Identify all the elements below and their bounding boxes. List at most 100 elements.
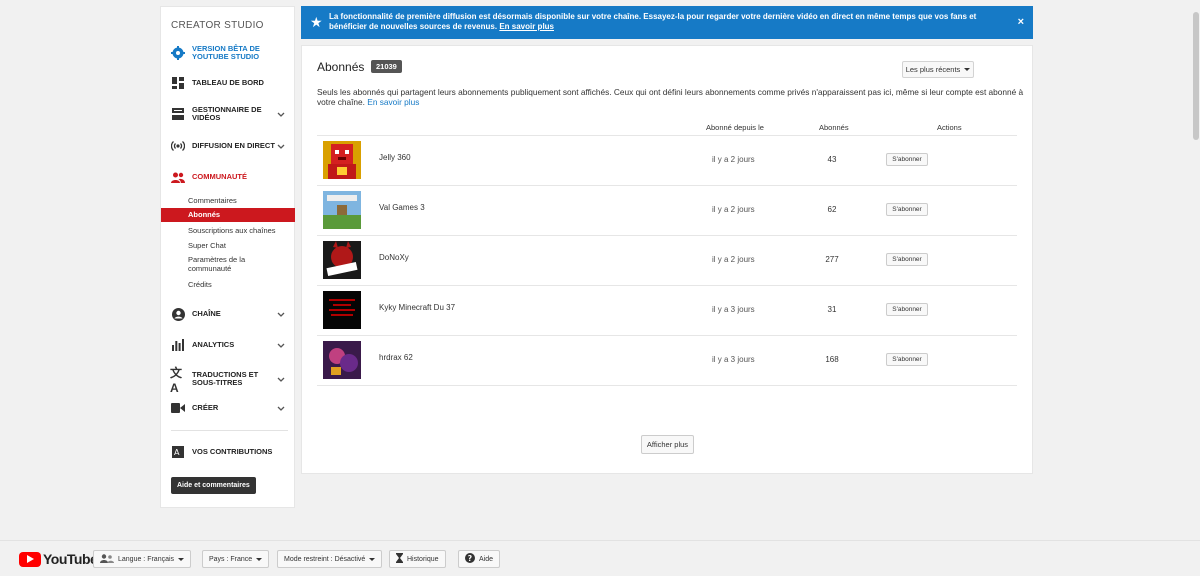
people-icon <box>170 169 186 185</box>
sort-dropdown[interactable]: Les plus récents <box>902 61 974 78</box>
subscribe-button[interactable]: S'abonner <box>886 303 928 316</box>
description: Seuls les abonnés qui partagent leurs ab… <box>317 87 1029 107</box>
caret-down-icon <box>369 557 376 561</box>
avatar[interactable] <box>323 141 361 179</box>
subscriber-count: 277 <box>825 255 839 264</box>
star-icon: ★ <box>310 14 323 30</box>
chevron-down-icon <box>275 144 287 149</box>
video-manager-icon <box>170 106 186 122</box>
avatar[interactable] <box>323 341 361 379</box>
subscriber-count: 31 <box>827 305 837 314</box>
close-icon[interactable]: × <box>1018 16 1024 28</box>
language-selector[interactable]: Langue : Français <box>93 550 192 568</box>
sidebar-item-create[interactable]: CRÉER <box>161 400 295 416</box>
description-text: Seuls les abonnés qui partagent leurs ab… <box>317 87 1024 107</box>
subscriber-count: 62 <box>827 205 837 214</box>
subscribe-button[interactable]: S'abonner <box>886 153 928 166</box>
sidebar-item-label: CRÉER <box>192 403 219 412</box>
sidebar-title: CREATOR STUDIO <box>171 20 264 31</box>
video-camera-icon <box>170 400 186 416</box>
sort-label: Les plus récents <box>905 65 961 74</box>
sidebar-item-analytics[interactable]: ANALYTICS <box>161 337 295 353</box>
column-header-subscribers: Abonnés <box>819 123 849 132</box>
sidebar-subitem-subscribers[interactable]: Abonnés <box>161 208 295 222</box>
notice-text: La fonctionnalité de première diffusion … <box>329 12 977 31</box>
sidebar-item-video-manager[interactable]: GESTIONNAIRE DE VIDÉOS <box>161 106 295 122</box>
sidebar-item-label: ANALYTICS <box>192 340 235 349</box>
subscriber-name[interactable]: hrdrax 62 <box>379 353 413 362</box>
table-row: Val Games 3 il y a 2 jours 62 S'abonner <box>317 186 1017 236</box>
subscribed-since: il y a 2 jours <box>712 155 755 164</box>
page-title: Abonnés <box>317 60 365 74</box>
sidebar-item-channel[interactable]: CHAÎNE <box>161 306 295 322</box>
sidebar-item-dashboard[interactable]: TABLEAU DE BORD <box>161 75 295 91</box>
youtube-logo[interactable]: YouTube <box>19 551 98 567</box>
subscriber-name[interactable]: Jelly 360 <box>379 153 411 162</box>
language-icon <box>100 553 114 565</box>
help-feedback-button[interactable]: Aide et commentaires <box>171 477 256 494</box>
contributions-icon: A <box>170 444 186 460</box>
restricted-mode-selector[interactable]: Mode restreint : Désactivé <box>277 550 383 568</box>
sidebar-item-live[interactable]: DIFFUSION EN DIRECT <box>161 138 295 154</box>
column-header-since: Abonné depuis le <box>706 123 764 132</box>
subscriber-name[interactable]: DoNoXy <box>379 253 409 262</box>
subscriber-name[interactable]: Val Games 3 <box>379 203 425 212</box>
notice-learn-more-link[interactable]: En savoir plus <box>499 22 554 31</box>
page-scrollbar[interactable] <box>1192 0 1200 540</box>
sidebar-subitem-super-chat[interactable]: Super Chat <box>161 241 295 250</box>
sidebar-item-label: TABLEAU DE BORD <box>192 78 264 87</box>
sidebar-subitem-community-settings[interactable]: Paramètres de la communauté <box>161 255 251 273</box>
table-row: Jelly 360 il y a 2 jours 43 S'abonner <box>317 136 1017 186</box>
subscriber-count: 168 <box>825 355 839 364</box>
table-row: Kyky Minecraft Du 37 il y a 3 jours 31 S… <box>317 286 1017 336</box>
subscribe-button[interactable]: S'abonner <box>886 253 928 266</box>
sidebar-subitem-comments[interactable]: Commentaires <box>161 196 295 205</box>
subscribe-button[interactable]: S'abonner <box>886 353 928 366</box>
history-button[interactable]: Historique <box>389 550 446 568</box>
play-icon <box>19 551 41 567</box>
subscribe-button[interactable]: S'abonner <box>886 203 928 216</box>
avatar[interactable] <box>323 191 361 229</box>
country-selector[interactable]: Pays : France <box>202 550 270 568</box>
sidebar-item-translations[interactable]: 文A TRADUCTIONS ET SOUS-TITRES <box>161 366 295 395</box>
subscribed-since: il y a 2 jours <box>712 255 755 264</box>
sidebar-item-beta-studio[interactable]: VERSION BÊTA DE YOUTUBE STUDIO <box>161 43 295 63</box>
subscriber-name[interactable]: Kyky Minecraft Du 37 <box>379 303 455 312</box>
caret-down-icon <box>178 557 185 561</box>
help-button[interactable]: ? Aide <box>458 550 501 568</box>
language-label: Langue : Français <box>118 555 175 563</box>
column-header-actions: Actions <box>937 123 962 132</box>
scrollbar-thumb[interactable] <box>1193 12 1199 140</box>
caret-down-icon <box>256 557 263 561</box>
avatar[interactable] <box>323 291 361 329</box>
live-broadcast-icon <box>170 138 186 154</box>
restricted-mode-label: Mode restreint : Désactivé <box>284 555 366 563</box>
notice-message: La fonctionnalité de première diffusion … <box>329 12 1009 32</box>
description-learn-more-link[interactable]: En savoir plus <box>367 97 419 107</box>
help-icon: ? <box>465 553 475 565</box>
chevron-down-icon <box>275 406 287 411</box>
footer: YouTube Langue : Français Pays : France … <box>0 540 1200 576</box>
bar-chart-icon <box>170 337 186 353</box>
sidebar-subitem-channel-subscriptions[interactable]: Souscriptions aux chaînes <box>161 226 295 235</box>
help-label: Aide <box>479 555 494 563</box>
sidebar-item-label: CHAÎNE <box>192 309 221 318</box>
sidebar-item-community[interactable]: COMMUNAUTÉ <box>161 169 295 185</box>
sidebar-item-label: GESTIONNAIRE DE VIDÉOS <box>192 105 262 122</box>
svg-text:A: A <box>174 448 180 457</box>
svg-text:?: ? <box>468 554 472 563</box>
show-more-button[interactable]: Afficher plus <box>641 435 694 454</box>
table-row: hrdrax 62 il y a 3 jours 168 S'abonner <box>317 336 1017 386</box>
subscribed-since: il y a 2 jours <box>712 205 755 214</box>
chevron-down-icon <box>275 343 287 348</box>
chevron-down-icon <box>275 377 287 382</box>
country-label: Pays : France <box>209 555 253 563</box>
dashboard-icon <box>170 75 186 91</box>
avatar[interactable] <box>323 241 361 279</box>
history-label: Historique <box>407 555 439 563</box>
sidebar-item-contributions[interactable]: A VOS CONTRIBUTIONS <box>161 444 295 460</box>
caret-down-icon <box>964 68 971 71</box>
sidebar-item-label: VERSION BÊTA DE YOUTUBE STUDIO <box>192 44 260 61</box>
sidebar-subitem-credits[interactable]: Crédits <box>161 280 295 289</box>
subscribers-panel: Abonnés 21039 Les plus récents Seuls les… <box>301 45 1033 474</box>
